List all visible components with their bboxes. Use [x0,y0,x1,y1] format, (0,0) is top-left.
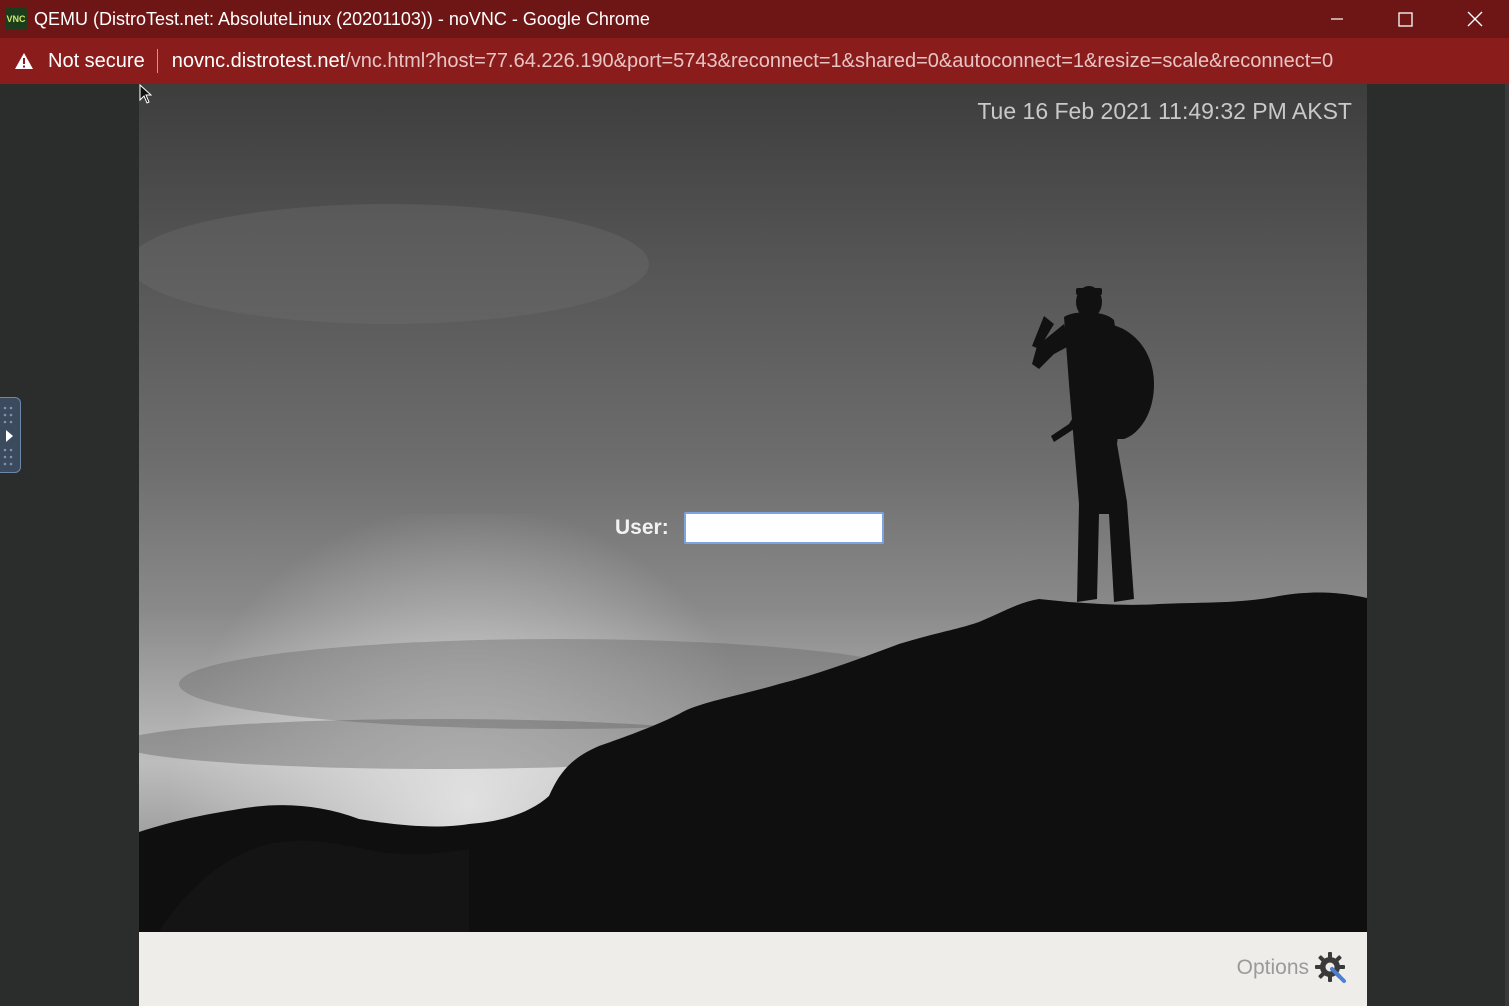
login-form: User: [615,512,884,544]
options-button[interactable]: Options [1237,950,1349,986]
address-separator [156,49,158,73]
window-controls [1302,0,1509,38]
vnc-app-icon: VNC [5,8,27,30]
url-host: novnc.distrotest.net [171,49,346,72]
close-icon [1467,11,1482,27]
page-content: Tue 16 Feb 2021 11:49:32 PM AKST User: O… [0,84,1509,1006]
lock-screen-clock: Tue 16 Feb 2021 11:49:32 PM AKST [977,98,1352,124]
window-title: QEMU (DistroTest.net: AbsoluteLinux (202… [34,8,650,29]
url-path: /vnc.html?host=77.64.226.190&port=5743&r… [345,49,1334,72]
lock-screen-bottom-panel: Options [139,932,1367,1006]
vnc-remote-screen[interactable]: Tue 16 Feb 2021 11:49:32 PM AKST User: [139,84,1367,932]
page-scrollbar-edge [1505,84,1509,1006]
wallpaper-illustration [139,204,1367,932]
maximize-icon [1398,11,1413,27]
url-field[interactable]: novnc.distrotest.net/vnc.html?host=77.64… [172,50,1333,73]
novnc-control-bar-handle[interactable] [0,397,21,473]
maximize-button[interactable] [1371,0,1440,38]
user-label: User: [615,516,669,539]
options-label: Options [1236,956,1309,979]
address-bar[interactable]: Not secure novnc.distrotest.net/vnc.html… [0,38,1509,84]
mouse-cursor-icon [139,84,153,104]
minimize-button[interactable] [1302,0,1371,38]
close-button[interactable] [1440,0,1509,38]
warning-icon[interactable] [14,51,34,71]
gear-wrench-icon [1315,952,1346,983]
title-bar: VNC QEMU (DistroTest.net: AbsoluteLinux … [0,0,1509,38]
username-input[interactable] [683,512,884,544]
not-secure-label[interactable]: Not secure [48,50,145,73]
grip-icon [3,406,13,466]
minimize-icon [1330,18,1343,20]
